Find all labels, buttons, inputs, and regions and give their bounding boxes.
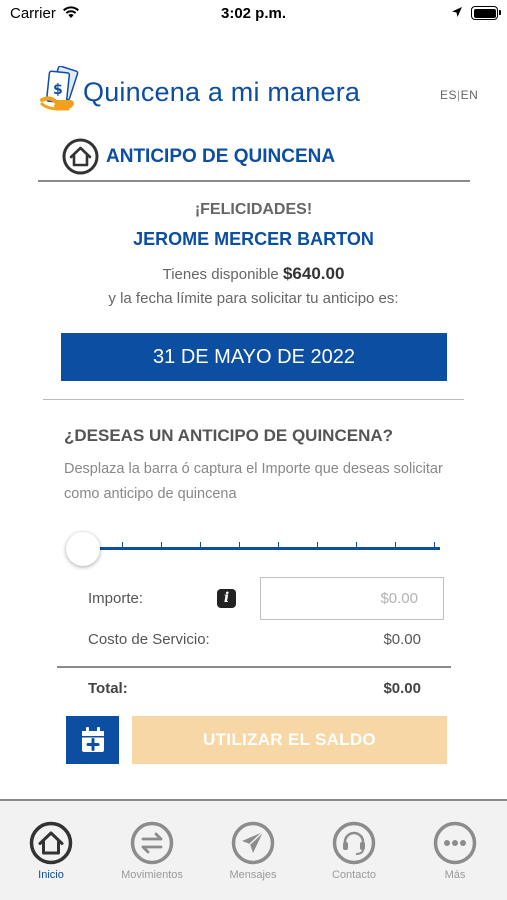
app-logo-text: Quincena a mi manera: [83, 77, 361, 107]
user-name: JEROME MERCER BARTON: [133, 229, 374, 249]
slider-tick: [161, 542, 162, 550]
slider-tick: [356, 542, 357, 550]
more-dots-icon: [433, 821, 477, 865]
slider-tick: [122, 542, 123, 550]
slider-tick: [239, 542, 240, 550]
importe-input[interactable]: [260, 577, 444, 620]
home-icon: [62, 138, 99, 175]
tab-movimientos[interactable]: Movimientos: [102, 821, 202, 881]
home-icon: [29, 821, 73, 865]
headset-icon: [332, 821, 376, 865]
info-icon[interactable]: i: [217, 589, 236, 608]
tab-label: Contacto: [331, 869, 377, 881]
use-balance-button[interactable]: UTILIZAR EL SALDO: [132, 716, 447, 764]
tab-mensajes[interactable]: Mensajes: [203, 821, 303, 881]
service-cost-label: Costo de Servicio:: [88, 631, 210, 648]
svg-text:$: $: [53, 82, 63, 98]
battery-icon: [471, 6, 501, 20]
amount-slider[interactable]: [66, 530, 440, 566]
deadline-date-banner: 31 DE MAYO DE 2022: [61, 333, 447, 381]
advance-instructions: Desplaza la barra ó captura el Importe q…: [64, 461, 443, 502]
tab-label: Movimientos: [121, 869, 183, 881]
paper-plane-icon: [231, 821, 275, 865]
clock-label: 3:02 p.m.: [220, 5, 287, 22]
available-prefix: Tienes disponible: [162, 266, 279, 283]
calendar-plus-icon: [81, 727, 104, 752]
title-divider: [38, 180, 470, 182]
lang-en-option[interactable]: EN: [461, 88, 479, 102]
total-value: $0.00: [383, 680, 421, 697]
section-divider: [43, 399, 464, 400]
available-balance-text: Tienes disponible $640.00: [0, 264, 507, 284]
total-label: Total:: [88, 680, 128, 697]
slider-tick: [200, 542, 201, 550]
importe-label: Importe:: [88, 590, 144, 607]
slider-track[interactable]: [82, 547, 440, 550]
service-cost-value: $0.00: [383, 631, 421, 648]
advance-question: ¿DESEAS UN ANTICIPO DE QUINCENA?: [64, 426, 394, 445]
page-title: ANTICIPO DE QUINCENA: [106, 146, 336, 167]
bottom-tab-bar: Inicio Movimientos Mensajes Contacto Más: [0, 799, 507, 900]
total-divider: [57, 666, 451, 668]
deadline-text: y la fecha límite para solicitar tu anti…: [108, 290, 399, 307]
lang-es-option[interactable]: ES: [440, 88, 457, 102]
slider-tick: [395, 542, 396, 550]
transfer-arrows-icon: [130, 821, 174, 865]
tab-label: Más: [444, 869, 466, 881]
calendar-add-button[interactable]: [66, 716, 119, 764]
tab-label: Mensajes: [229, 869, 277, 881]
available-amount: $640.00: [282, 264, 345, 283]
location-arrow-icon: [452, 7, 462, 17]
slider-tick: [278, 542, 279, 550]
tab-mas[interactable]: Más: [405, 821, 505, 881]
congrats-heading: ¡FELICIDADES!: [194, 201, 313, 218]
slider-thumb[interactable]: [66, 532, 100, 566]
status-bar: Carrier 3:02 p.m.: [0, 0, 507, 30]
slider-tick: [434, 542, 435, 550]
language-switch[interactable]: ES|EN: [440, 88, 478, 102]
tab-inicio[interactable]: Inicio: [1, 821, 101, 881]
tab-contacto[interactable]: Contacto: [304, 821, 404, 881]
tab-label: Inicio: [38, 869, 64, 881]
slider-tick: [317, 542, 318, 550]
money-logo-icon: $: [40, 66, 79, 111]
